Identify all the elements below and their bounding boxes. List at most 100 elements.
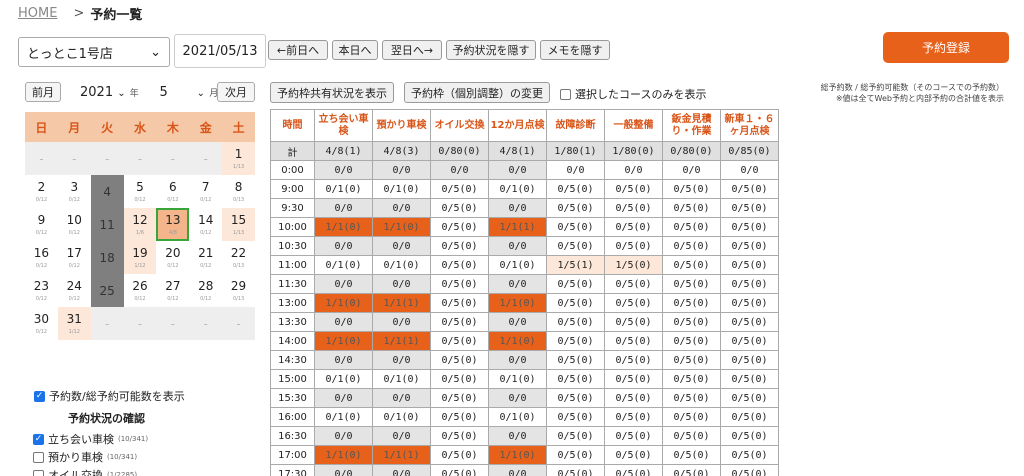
slot-cell[interactable]: 0/0	[314, 426, 373, 446]
slot-cell[interactable]: 0/5(0)	[430, 350, 489, 370]
slot-cell[interactable]: 4/8(3)	[372, 141, 431, 161]
slot-cell[interactable]: 0/80(0)	[662, 141, 721, 161]
calendar-day[interactable]: 27 0/12	[156, 274, 189, 307]
slot-cell[interactable]: 0/5(0)	[430, 179, 489, 199]
slot-cell[interactable]: 0/5(0)	[604, 331, 663, 351]
slot-cell[interactable]: 0/0	[314, 464, 373, 476]
calendar-day[interactable]: 12 1/6	[123, 208, 157, 241]
slot-cell[interactable]: 1/5(1)	[546, 255, 605, 275]
calendar-day[interactable]: 16 0/12	[25, 241, 58, 274]
slot-cell[interactable]: 0/0	[372, 388, 431, 408]
slot-cell[interactable]: 0/1(0)	[372, 179, 431, 199]
slot-cell[interactable]: 0/5(0)	[604, 369, 663, 389]
slot-cell[interactable]: 0/1(0)	[372, 369, 431, 389]
slot-cell[interactable]: 0/0	[314, 198, 373, 218]
slot-cell[interactable]: 0/0	[488, 350, 547, 370]
slot-cell[interactable]: 0/5(0)	[720, 369, 779, 389]
slot-cell[interactable]: 0/5(0)	[430, 274, 489, 294]
slot-cell[interactable]: 0/5(0)	[430, 331, 489, 351]
slot-cell[interactable]: 0/0	[314, 312, 373, 332]
calendar-day[interactable]: 10 0/12	[58, 208, 91, 241]
slot-cell[interactable]: 0/1(0)	[488, 369, 547, 389]
slot-cell[interactable]: 0/5(0)	[662, 388, 721, 408]
calendar-day[interactable]: 31 1/12	[57, 307, 91, 340]
slot-cell[interactable]: 0/80(0)	[430, 141, 489, 161]
calendar-day[interactable]: 20 0/12	[156, 241, 189, 274]
slot-cell[interactable]: 0/1(0)	[488, 179, 547, 199]
slot-cell[interactable]: 0/5(0)	[662, 445, 721, 465]
slot-cell[interactable]: 0/5(0)	[430, 255, 489, 275]
slot-cell[interactable]: 0/5(0)	[546, 388, 605, 408]
store-select[interactable]: とっとこ1号店 ⌄	[18, 37, 170, 67]
calendar-day[interactable]: 18	[90, 241, 124, 274]
calendar-day[interactable]: 29 0/13	[222, 274, 255, 307]
prev-day-button[interactable]: ←前日へ	[268, 40, 328, 60]
date-input[interactable]: 2021/05/13	[174, 34, 266, 68]
slot-cell[interactable]: 0/5(0)	[604, 198, 663, 218]
slot-cell[interactable]: 4/8(1)	[488, 141, 547, 161]
slot-cell[interactable]: 0/5(0)	[720, 198, 779, 218]
slot-cell[interactable]: 0/5(0)	[604, 217, 663, 237]
calendar-day[interactable]: 25	[90, 274, 124, 307]
slot-cell[interactable]: 0/5(0)	[720, 388, 779, 408]
calendar-day[interactable]: 14 0/12	[189, 208, 222, 241]
slot-cell[interactable]: 0/0	[488, 274, 547, 294]
slot-cell[interactable]: 0/5(0)	[662, 198, 721, 218]
slot-cell[interactable]: 0/1(0)	[314, 369, 373, 389]
register-reservation-button[interactable]: 予約登録	[883, 32, 1009, 63]
slot-cell[interactable]: 0/5(0)	[546, 236, 605, 256]
show-counts-checkbox[interactable]: ✓ 予約数/総予約可能数を表示	[34, 388, 185, 404]
slot-cell[interactable]: 0/5(0)	[604, 388, 663, 408]
slot-cell[interactable]: 0/0	[372, 464, 431, 476]
status-item-checkbox[interactable]: ✓ 立ち会い車検 (10/341)	[33, 430, 148, 448]
slot-cell[interactable]: 0/5(0)	[604, 179, 663, 199]
slot-cell[interactable]: 1/1(0)	[488, 445, 547, 465]
slot-cell[interactable]: 1/1(0)	[314, 445, 373, 465]
slot-cell[interactable]: 0/5(0)	[604, 236, 663, 256]
slot-cell[interactable]: 0/0	[488, 426, 547, 446]
slot-cell[interactable]: 0/0	[488, 388, 547, 408]
slot-cell[interactable]: 0/0	[314, 274, 373, 294]
slot-cell[interactable]: 0/5(0)	[604, 445, 663, 465]
calendar-day[interactable]: 30 0/12	[25, 307, 58, 340]
slot-cell[interactable]: 0/5(0)	[720, 445, 779, 465]
slot-cell[interactable]: 0/5(0)	[662, 312, 721, 332]
slot-cell[interactable]: 0/5(0)	[720, 312, 779, 332]
slot-cell[interactable]: 0/5(0)	[604, 274, 663, 294]
slot-cell[interactable]: 0/5(0)	[662, 236, 721, 256]
slot-cell[interactable]: 0/5(0)	[720, 217, 779, 237]
slot-cell[interactable]: 0/0	[488, 312, 547, 332]
slot-cell[interactable]: 0/1(0)	[372, 407, 431, 427]
slot-cell[interactable]: 1/5(0)	[604, 255, 663, 275]
slot-cell[interactable]: 0/0	[720, 160, 779, 180]
slot-cell[interactable]: 0/0	[372, 198, 431, 218]
slot-cell[interactable]: 0/5(0)	[546, 445, 605, 465]
calendar-day[interactable]: 5 0/12	[124, 175, 157, 208]
slot-cell[interactable]: 0/0	[372, 274, 431, 294]
calendar-day[interactable]: 11	[90, 208, 124, 241]
slot-cell[interactable]: 0/5(0)	[720, 331, 779, 351]
slot-cell[interactable]: 0/1(0)	[488, 255, 547, 275]
prev-month-button[interactable]: 前月	[25, 82, 61, 102]
slot-cell[interactable]: 0/1(0)	[314, 179, 373, 199]
slot-cell[interactable]: 0/85(0)	[720, 141, 779, 161]
slot-cell[interactable]: 0/5(0)	[662, 369, 721, 389]
slot-cell[interactable]: 0/0	[372, 236, 431, 256]
change-slot-button[interactable]: 予約枠（個別調整）の変更	[404, 82, 550, 103]
calendar-day[interactable]: 7 0/12	[189, 175, 222, 208]
slot-cell[interactable]: 0/5(0)	[720, 274, 779, 294]
slot-cell[interactable]: 0/5(0)	[662, 350, 721, 370]
slot-cell[interactable]: 0/0	[488, 464, 547, 476]
share-status-button[interactable]: 予約枠共有状況を表示	[270, 82, 394, 103]
slot-cell[interactable]: 1/1(1)	[488, 217, 547, 237]
slot-cell[interactable]: 1/1(1)	[372, 445, 431, 465]
status-item-checkbox[interactable]: オイル交換 (1/2285)	[33, 466, 148, 476]
slot-cell[interactable]: 0/5(0)	[720, 426, 779, 446]
calendar-day[interactable]: 2 0/12	[25, 175, 58, 208]
slot-cell[interactable]: 1/1(0)	[488, 293, 547, 313]
hide-status-button[interactable]: 予約状況を隠す	[446, 40, 536, 60]
slot-cell[interactable]: 0/5(0)	[662, 464, 721, 476]
slot-cell[interactable]: 1/1(1)	[372, 293, 431, 313]
slot-cell[interactable]: 1/80(1)	[546, 141, 605, 161]
slot-cell[interactable]: 0/1(0)	[314, 407, 373, 427]
